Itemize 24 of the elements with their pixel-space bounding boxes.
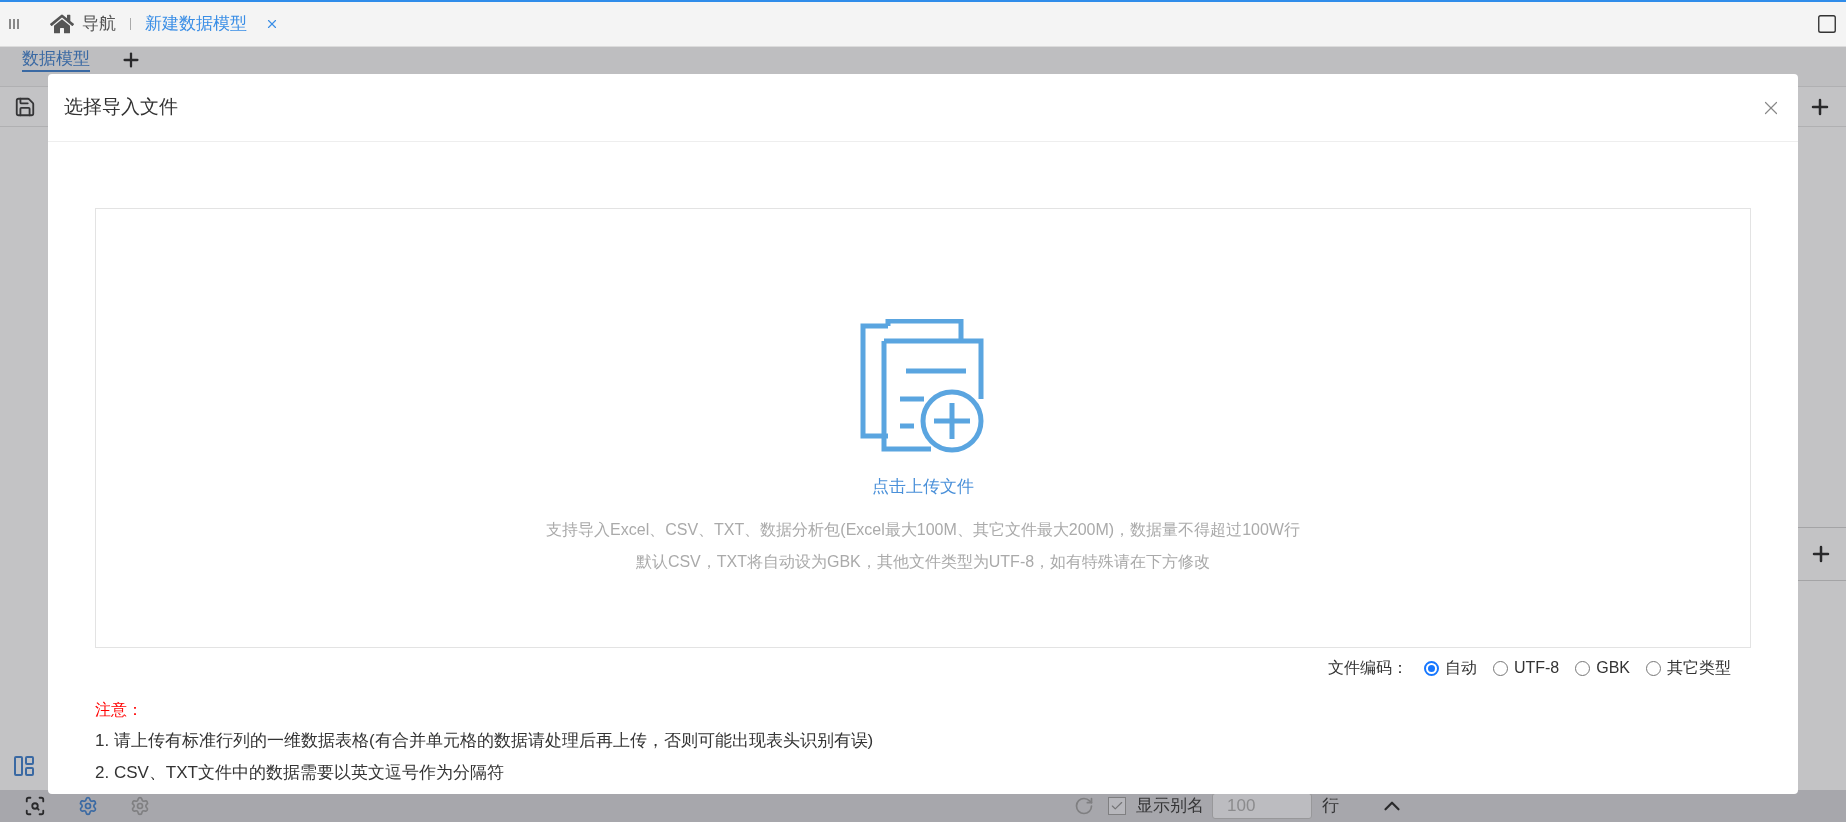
encoding-radio[interactable]: 其它类型 [1646,656,1731,680]
notice-title: 注意： [95,700,144,720]
upload-hint: 默认CSV，TXT将自动设为GBK，其他文件类型为UTF-8，如有特殊请在下方修改 [635,551,1211,572]
nav-link[interactable]: 导航 [82,11,116,37]
search-icon[interactable] [24,795,46,817]
maximize-icon[interactable] [1816,13,1838,35]
save-icon[interactable] [14,95,36,118]
encoding-label: 文件编码： [1327,658,1408,678]
encoding-radio[interactable]: UTF-8 [1492,656,1560,680]
notice-item: 1. 请上传有标准行列的一维数据表格(有合并单元格的数据请处理后再上传，否则可能出现表头识别有误) [95,730,875,752]
notice-item: 2. CSV、TXT文件中的数据需要以英文逗号作为分隔符 [95,761,505,784]
show-alias-checkbox[interactable] [1108,797,1126,815]
show-alias-label: 显示别名 [1136,795,1204,818]
layout-icon[interactable] [12,754,36,778]
add-file-icon [860,319,986,454]
upload-hint: 支持导入Excel、CSV、TXT、数据分析包(Excel最大100M、其它文件最大200M)，数据量不得超过100W行 [546,519,1300,540]
encoding-radio[interactable]: 自动 [1423,656,1477,680]
menu-icon[interactable] [8,18,20,30]
row-unit-label: 行 [1322,795,1339,818]
encoding-radio[interactable]: GBK [1575,656,1630,680]
check-icon [1110,799,1124,813]
home-icon[interactable] [50,12,74,36]
close-icon[interactable] [265,17,279,31]
dialog-title: 选择导入文件 [64,95,178,120]
